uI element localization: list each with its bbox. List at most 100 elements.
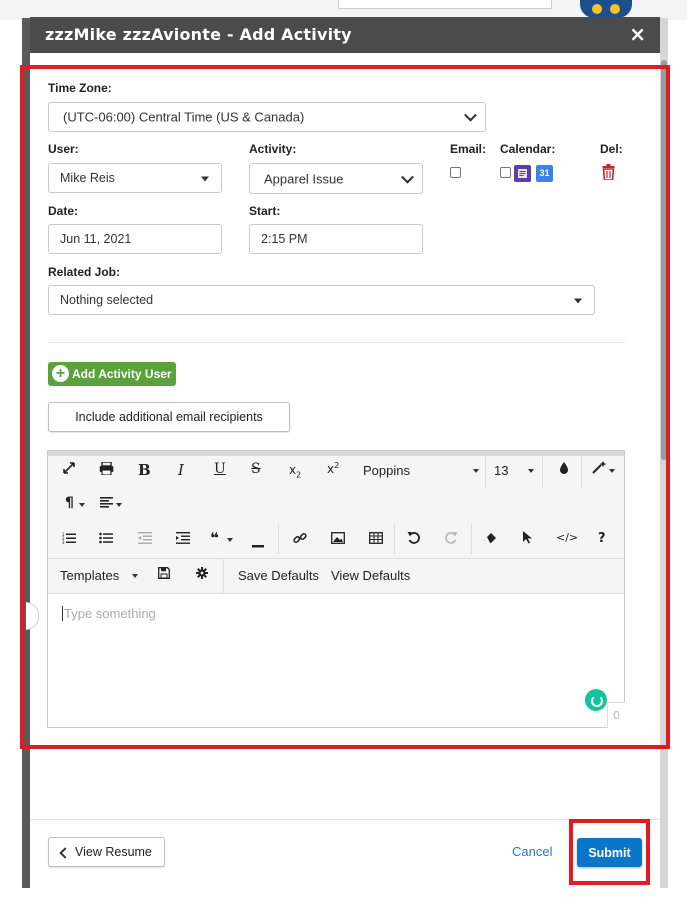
activity-select[interactable]: Apparel Issue	[249, 163, 423, 194]
grammarly-icon[interactable]	[585, 689, 607, 711]
include-recipients-label: Include additional email recipients	[75, 410, 263, 424]
help-icon[interactable]: ?	[598, 531, 606, 546]
outlook-calendar-icon[interactable]	[514, 165, 531, 182]
color-drop-icon[interactable]	[559, 461, 569, 479]
date-label: Date:	[48, 204, 79, 218]
toolbar-separator	[485, 456, 486, 488]
date-input[interactable]: Jun 11, 2021	[48, 224, 222, 254]
underline-icon[interactable]: U	[214, 461, 226, 477]
modal-title: zzzMike zzzAvionte - Add Activity	[45, 25, 352, 44]
paragraph-icon[interactable]: ¶	[65, 495, 74, 511]
horizontal-rule-icon[interactable]	[252, 537, 264, 552]
toolbar-separator	[394, 524, 395, 554]
google-calendar-icon[interactable]: 31	[536, 165, 553, 182]
font-family-caret-icon[interactable]	[473, 469, 479, 473]
superscript-icon[interactable]: x2	[327, 461, 339, 476]
modal-scrollbar-thumb[interactable]	[661, 60, 667, 460]
date-value: Jun 11, 2021	[60, 232, 132, 246]
time-zone-label: Time Zone:	[48, 81, 112, 95]
submit-label: Submit	[588, 846, 631, 860]
character-count: 0	[607, 702, 625, 728]
related-job-value: Nothing selected	[60, 293, 154, 307]
editor-placeholder: Type something	[62, 606, 156, 621]
email-label: Email:	[450, 142, 487, 156]
italic-icon[interactable]: I	[178, 461, 184, 479]
chevron-down-icon	[464, 108, 477, 122]
modal-header: zzzMike zzzAvionte - Add Activity ×	[30, 17, 660, 53]
toolbar-top-bar	[48, 451, 624, 456]
save-icon[interactable]	[158, 567, 170, 583]
templates-caret-icon[interactable]	[132, 574, 138, 578]
toolbar-separator	[223, 559, 224, 593]
align-caret-icon[interactable]	[116, 503, 122, 507]
submit-button[interactable]: Submit	[577, 838, 642, 867]
print-icon[interactable]	[99, 461, 114, 479]
backdrop-panel-edge	[338, 0, 552, 9]
chevron-left-icon	[59, 847, 71, 859]
undo-icon[interactable]	[407, 531, 420, 548]
outdent-icon[interactable]	[138, 532, 152, 548]
toolbar-separator	[542, 456, 543, 488]
fullscreen-icon[interactable]	[62, 461, 76, 479]
footer-divider	[30, 819, 660, 820]
email-checkbox[interactable]	[450, 167, 461, 178]
trash-icon[interactable]	[602, 164, 615, 184]
plus-circle-icon: +	[52, 365, 69, 382]
svg-text:3: 3	[62, 540, 65, 544]
gear-icon[interactable]	[196, 567, 208, 583]
chevron-down-icon	[401, 170, 414, 184]
strikethrough-icon[interactable]: S	[251, 461, 261, 477]
add-activity-user-label: Add Activity User	[72, 367, 172, 381]
toolbar-row-divider	[48, 558, 624, 559]
caret-down-icon	[201, 176, 209, 182]
section-divider	[48, 342, 625, 343]
related-job-select[interactable]: Nothing selected	[48, 285, 595, 315]
image-icon[interactable]	[331, 532, 345, 548]
bold-icon[interactable]: B	[138, 461, 151, 479]
unordered-list-icon[interactable]	[99, 532, 113, 548]
cancel-link[interactable]: Cancel	[512, 844, 552, 859]
del-label: Del:	[600, 142, 623, 156]
rich-text-editor: B I U S x2 x2 Poppins 13 ¶ 123 ❝ </> ? T…	[47, 450, 625, 728]
modal-left-shade	[22, 18, 30, 888]
table-icon[interactable]	[369, 532, 383, 548]
magic-wand-icon[interactable]	[592, 460, 607, 478]
activity-label: Activity:	[249, 142, 297, 156]
related-job-label: Related Job:	[48, 265, 121, 279]
code-view-icon[interactable]: </>	[556, 531, 578, 544]
templates-dropdown[interactable]: Templates	[60, 568, 119, 583]
subscript-icon[interactable]: x2	[289, 463, 301, 479]
paragraph-caret-icon[interactable]	[79, 503, 85, 507]
view-defaults-button[interactable]: View Defaults	[331, 568, 410, 583]
quote-caret-icon[interactable]	[227, 538, 233, 542]
user-value: Mike Reis	[60, 171, 115, 185]
font-size-caret-icon[interactable]	[528, 469, 534, 473]
time-zone-select[interactable]: (UTC-06:00) Central Time (US & Canada)	[48, 102, 486, 132]
redo-icon[interactable]	[445, 531, 458, 548]
font-family-dropdown[interactable]: Poppins	[363, 463, 410, 478]
eraser-icon[interactable]	[483, 532, 497, 548]
backdrop-logo	[580, 0, 632, 18]
toolbar-separator	[581, 456, 582, 488]
calendar-checkbox[interactable]	[500, 167, 511, 178]
start-label: Start:	[249, 204, 281, 218]
view-resume-label: View Resume	[75, 845, 152, 859]
view-resume-button[interactable]: View Resume	[48, 837, 165, 867]
indent-icon[interactable]	[176, 532, 190, 548]
add-activity-user-button[interactable]: + Add Activity User	[48, 362, 176, 386]
align-icon[interactable]	[100, 497, 113, 512]
font-size-dropdown[interactable]: 13	[494, 463, 508, 478]
start-time-input[interactable]: 2:15 PM	[249, 224, 423, 254]
close-icon[interactable]: ×	[629, 22, 646, 46]
include-recipients-button[interactable]: Include additional email recipients	[48, 402, 290, 432]
toolbar-separator	[278, 524, 279, 554]
quote-icon[interactable]: ❝	[210, 529, 219, 547]
caret-down-icon	[574, 298, 582, 304]
editor-content-area[interactable]: Type something 0	[48, 594, 625, 728]
user-select[interactable]: Mike Reis	[48, 163, 222, 193]
select-cursor-icon[interactable]	[522, 530, 533, 548]
link-icon[interactable]	[293, 531, 307, 549]
save-defaults-button[interactable]: Save Defaults	[238, 568, 319, 583]
magic-wand-caret-icon[interactable]	[609, 469, 615, 473]
ordered-list-icon[interactable]: 123	[62, 532, 76, 548]
